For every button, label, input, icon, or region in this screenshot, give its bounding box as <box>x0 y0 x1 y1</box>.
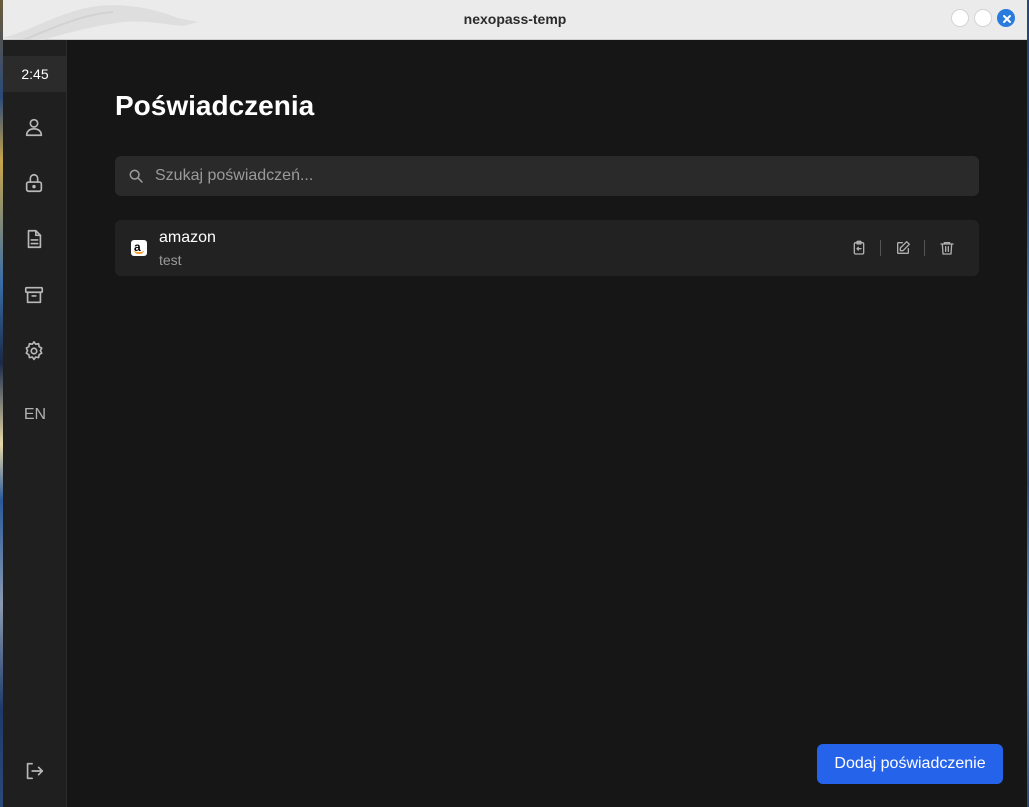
edit-button[interactable] <box>895 240 911 256</box>
add-credential-button[interactable]: Dodaj poświadczenie <box>817 744 1003 784</box>
close-icon <box>1003 15 1011 23</box>
action-separator <box>880 240 881 256</box>
delete-button[interactable] <box>939 240 955 256</box>
sidebar-item-identities[interactable] <box>23 116 47 140</box>
language-toggle[interactable]: EN <box>3 406 67 424</box>
trash-icon <box>940 242 954 255</box>
app-window: nexopass-temp 2:45 EN Poświadczenia Szuk… <box>3 0 1027 807</box>
search-icon <box>129 169 143 183</box>
gear-icon <box>25 341 43 361</box>
clipboard-icon <box>853 240 865 255</box>
document-icon <box>27 229 42 249</box>
credential-username: test <box>159 252 182 268</box>
clock: 2:45 <box>3 56 67 92</box>
edit-icon <box>897 241 910 254</box>
logout-button[interactable] <box>23 760 47 784</box>
search-input[interactable] <box>155 156 955 196</box>
sidebar-item-settings[interactable] <box>23 340 47 364</box>
minimize-button[interactable] <box>951 9 969 27</box>
sidebar-item-passwords[interactable] <box>23 172 47 196</box>
maximize-button[interactable] <box>974 9 992 27</box>
search-bar[interactable] <box>115 156 979 196</box>
archive-icon <box>24 286 44 304</box>
amazon-icon: a <box>131 240 147 256</box>
logout-icon <box>26 762 44 780</box>
credential-name: amazon <box>159 229 216 246</box>
title-bar[interactable]: nexopass-temp <box>3 0 1027 40</box>
lock-icon <box>25 173 43 193</box>
sidebar-item-archive[interactable] <box>23 284 47 308</box>
sidebar: 2:45 EN <box>3 40 67 807</box>
action-separator <box>924 240 925 256</box>
user-icon <box>25 118 43 137</box>
window-title: nexopass-temp <box>463 11 567 27</box>
main-content: Poświadczenia a amazon test <box>67 40 1027 807</box>
copy-password-button[interactable] <box>851 240 867 256</box>
credential-item[interactable]: a amazon test <box>115 220 979 276</box>
sidebar-item-notes[interactable] <box>23 228 47 252</box>
page-title: Poświadczenia <box>115 90 315 121</box>
close-button[interactable] <box>997 9 1015 27</box>
